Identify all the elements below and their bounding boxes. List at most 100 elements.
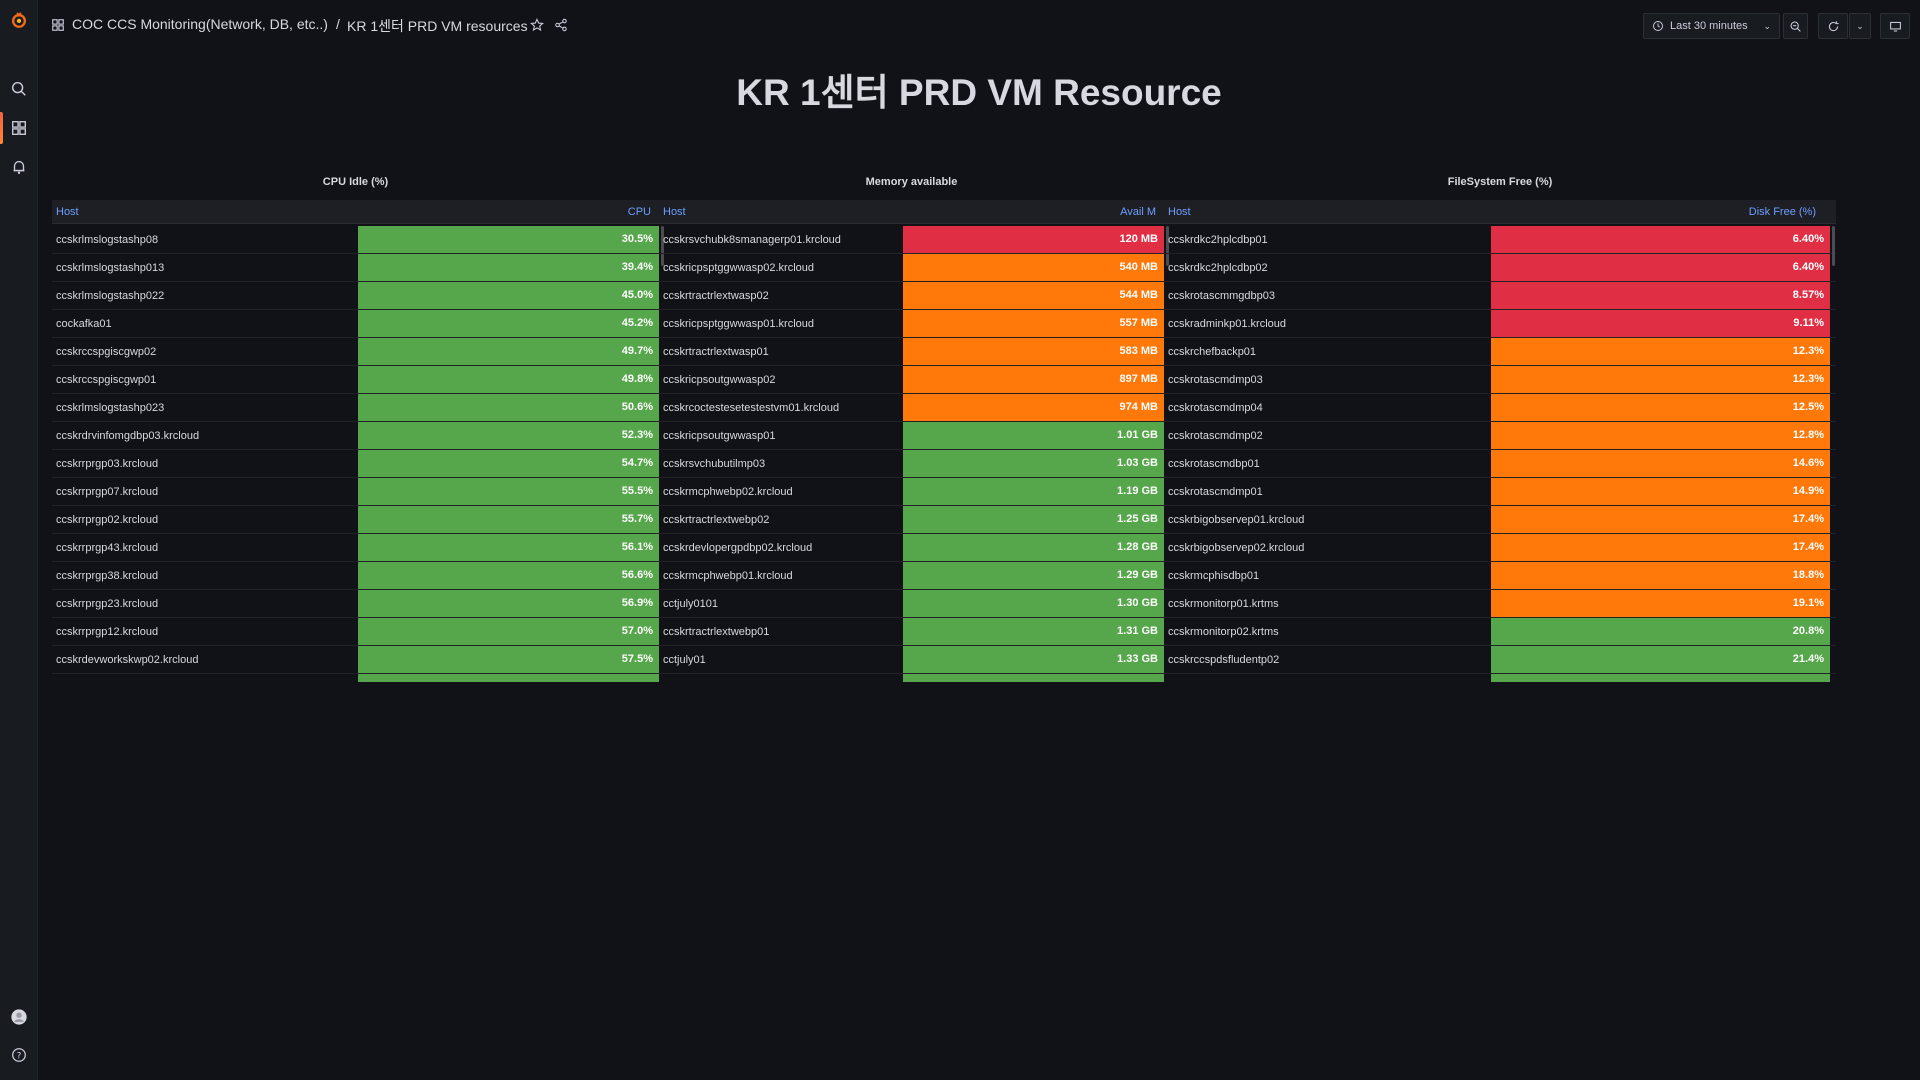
value-cell-partial [1491,674,1830,682]
table-row: ccskrdkc2hplcdbp01 6.40% [1164,226,1836,254]
grafana-logo-icon[interactable] [0,6,38,34]
table-row: ccskrmcphwebp01.krcloud 1.29 GB [659,562,1164,590]
table-row: ccskrtractrlextwebp02 1.25 GB [659,506,1164,534]
refresh-button[interactable] [1818,13,1848,39]
host-cell: cctjuly0101 [663,598,719,610]
value-cell: 12.8% [1491,422,1830,449]
table-row: ccskrlmslogstashp023 50.6% [52,394,659,422]
host-cell: ccskricpsptggwwasp02.krcloud [663,262,815,274]
table-row: ccskrsvchubutilmp03 1.03 GB [659,450,1164,478]
host-cell: ccskrtractrlextwasp01 [663,346,769,358]
zoom-out-icon [1790,21,1801,32]
share-icon[interactable] [552,16,570,34]
table-row: ccskricpsoutgwwasp01 1.01 GB [659,422,1164,450]
breadcrumb-dashboard-title[interactable]: KR 1센터 PRD VM resources [347,16,528,36]
table-row: cockafka01 45.2% [52,310,659,338]
table-row: ccskrdevworkskwp02.krcloud 57.5% [52,646,659,674]
table-row: ccskrlmslogstashp013 39.4% [52,254,659,282]
value-cell: 1.31 GB [903,618,1164,645]
value-cell: 39.4% [358,254,659,281]
column-header-value[interactable]: CPU [628,206,651,218]
table-row: ccskrsvchubk8smanagerp01.krcloud 120 MB [659,226,1164,254]
table-row: ccskradminkp01.krcloud 9.11% [1164,310,1836,338]
host-cell: ccskrrprgp02.krcloud [56,514,159,526]
table-row: ccskrmcphisdbp01 18.8% [1164,562,1836,590]
host-cell: cctjuly01 [663,654,706,666]
star-icon[interactable] [528,16,546,34]
time-range-picker[interactable]: Last 30 minutes ⌄ [1643,13,1780,39]
page-title: KR 1센터 PRD VM Resource [736,72,1222,113]
refresh-interval-dropdown[interactable]: ⌄ [1849,13,1871,39]
sidebar: ? [0,0,38,1080]
host-cell: ccskrbigobservep02.krcloud [1168,542,1305,554]
host-cell: ccskrotascmdbp01 [1168,458,1260,470]
table-header: Host CPU [52,200,659,224]
value-cell: 14.9% [1491,478,1830,505]
table-row: ccskrrprgp07.krcloud 55.5% [52,478,659,506]
column-header-value[interactable]: Disk Free (%) [1749,206,1816,218]
host-cell: ccskrccspgiscgwp01 [56,374,157,386]
column-header-host[interactable]: Host [663,206,686,218]
value-cell: 20.8% [1491,618,1830,645]
value-cell: 544 MB [903,282,1164,309]
table-header: Host Avail M [659,200,1164,224]
tv-mode-button[interactable] [1880,13,1910,39]
table-row: ccskrotascmdmp03 12.3% [1164,366,1836,394]
value-cell: 56.1% [358,534,659,561]
value-cell: 1.25 GB [903,506,1164,533]
host-cell: ccskricpsoutgwwasp01 [663,430,776,442]
search-icon[interactable] [0,75,38,103]
table-row: ccskrtractrlextwasp01 583 MB [659,338,1164,366]
scrollbar[interactable] [1832,226,1835,266]
value-cell: 56.9% [358,590,659,617]
table-row: ccskricpsptggwwasp02.krcloud 540 MB [659,254,1164,282]
refresh-icon [1828,20,1839,31]
value-cell: 56.6% [358,562,659,589]
value-cell: 18.8% [1491,562,1830,589]
svg-text:?: ? [17,1052,22,1062]
value-cell: 12.5% [1491,394,1830,421]
value-cell: 57.5% [358,646,659,673]
table-row: ccskrtractrlextwasp02 544 MB [659,282,1164,310]
panel-title: FileSystem Free (%) [1447,176,1553,188]
panel-title: Memory available [865,176,958,188]
host-cell: ccskrsvchubutilmp03 [663,458,766,470]
table-row: ccskrrprgp43.krcloud 56.1% [52,534,659,562]
host-cell: ccskrrprgp07.krcloud [56,486,159,498]
value-cell: 19.1% [1491,590,1830,617]
host-cell: ccskrlmslogstashp023 [56,402,165,414]
table-header: Host Disk Free (%) [1164,200,1836,224]
table-row: ccskrrprgp23.krcloud 56.9% [52,590,659,618]
table-row: ccskrmonitorp01.krtms 19.1% [1164,590,1836,618]
value-cell: 974 MB [903,394,1164,421]
host-cell: ccskrrprgp23.krcloud [56,598,159,610]
dashboards-icon[interactable] [0,114,38,142]
column-header-value[interactable]: Avail M [1120,206,1156,218]
table-row: ccskrdrvinfomgdbp03.krcloud 52.3% [52,422,659,450]
table-row: cctjuly01 1.33 GB [659,646,1164,674]
column-header-host[interactable]: Host [56,206,79,218]
alerting-bell-icon[interactable] [0,153,38,181]
clock-icon [1653,21,1663,31]
host-cell: ccskrccspdsfludentp02 [1168,654,1280,666]
value-cell: 49.7% [358,338,659,365]
user-avatar-icon[interactable] [0,1003,38,1031]
column-header-host[interactable]: Host [1168,206,1191,218]
value-cell: 54.7% [358,450,659,477]
chevron-down-icon: ⌄ [1856,20,1864,31]
breadcrumb-folder-link[interactable]: COC CCS Monitoring(Network, DB, etc..) [72,16,328,32]
help-icon[interactable]: ? [0,1041,38,1069]
host-cell: ccskrrprgp03.krcloud [56,458,159,470]
host-cell: ccskrotascmdmp04 [1168,402,1263,414]
host-cell: ccskricpsoutgwwasp02 [663,374,776,386]
host-cell: ccskrmcphisdbp01 [1168,570,1260,582]
value-cell: 45.0% [358,282,659,309]
table-row: ccskrrprgp02.krcloud 55.7% [52,506,659,534]
host-cell: ccskrrprgp12.krcloud [56,626,159,638]
value-cell: 120 MB [903,226,1164,253]
table-row: cctjuly0101 1.30 GB [659,590,1164,618]
host-cell: ccskrlmslogstashp022 [56,290,165,302]
zoom-out-button[interactable] [1783,13,1808,39]
host-cell: ccskrtractrlextwebp02 [663,514,770,526]
table-row: ccskrcoctestesetestestvm01.krcloud 974 MB [659,394,1164,422]
